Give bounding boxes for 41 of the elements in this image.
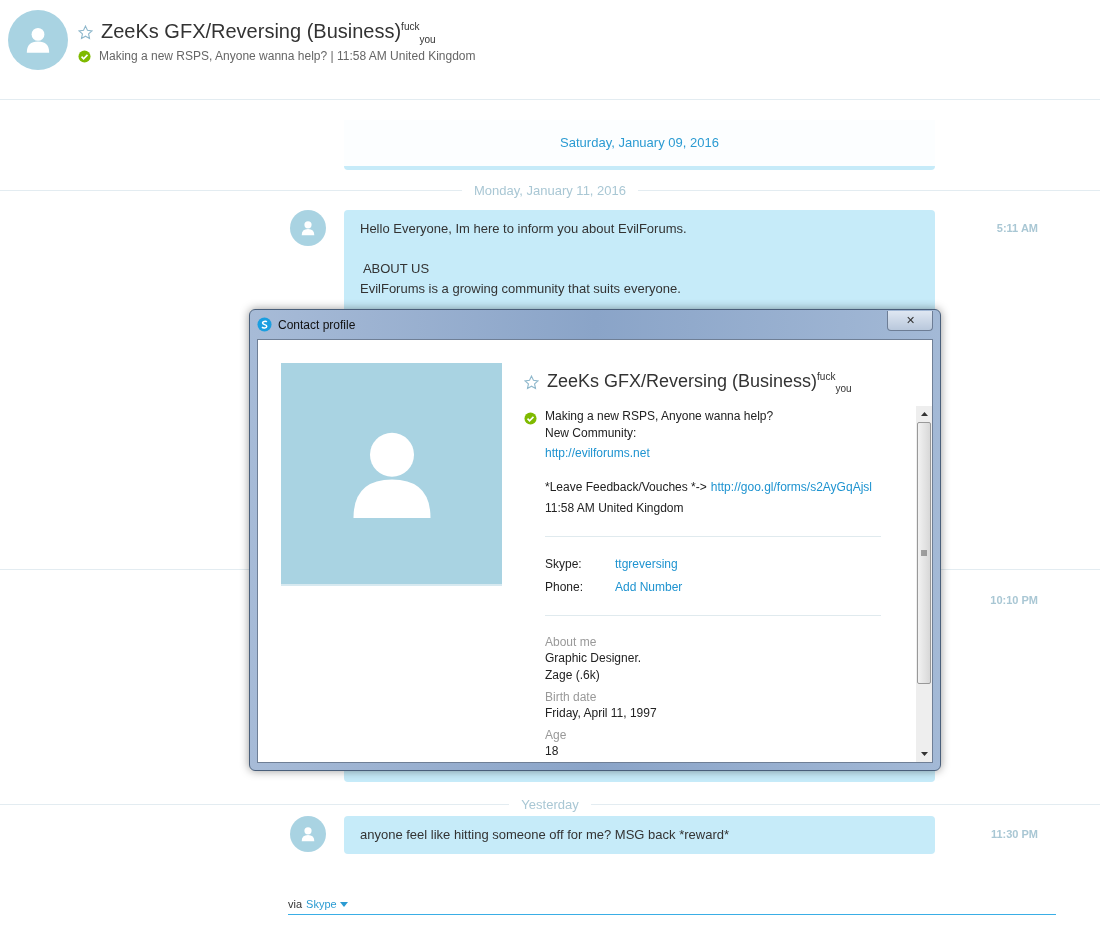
field-label: Skype: xyxy=(545,555,583,573)
field-label: Phone: xyxy=(545,578,585,596)
star-icon[interactable] xyxy=(524,374,539,390)
field-value: Graphic Designer. xyxy=(545,649,643,667)
person-icon xyxy=(299,825,317,843)
mood-text: Making a new RSPS, Anyone wanna help? xyxy=(545,407,775,425)
scroll-up-icon[interactable] xyxy=(920,412,928,416)
message-bubble: anyone feel like hitting someone off for me? MSG back *reward* xyxy=(344,816,935,854)
message-time: 5:11 AM xyxy=(996,222,1038,234)
via-label: via xyxy=(288,898,303,910)
local-time: 11:58 AM United Kingdom xyxy=(545,499,685,517)
contact-avatar[interactable] xyxy=(290,210,326,246)
field-label: Birth date xyxy=(545,689,598,705)
mood-text: New Community: xyxy=(545,424,638,442)
field-label: Age xyxy=(545,727,568,743)
mood-text: *Leave Feedback/Vouches *-> xyxy=(545,478,707,496)
scroll-down-icon[interactable] xyxy=(920,752,928,756)
date-label: Saturday, January 09, 2016 xyxy=(560,135,719,152)
mood-message: Making a new RSPS, Anyone wanna help? | 11:58 AM United Kingdom xyxy=(99,49,476,63)
service-dropdown[interactable]: Skype xyxy=(306,898,348,910)
person-icon xyxy=(299,219,317,237)
field-value: 18 xyxy=(545,742,560,760)
message-time: 10:10 PM xyxy=(990,594,1038,606)
message-time: 11:30 PM xyxy=(990,828,1038,840)
star-icon[interactable] xyxy=(78,25,93,40)
contact-avatar[interactable] xyxy=(290,816,326,852)
scrollbar[interactable] xyxy=(916,406,932,762)
close-button[interactable]: ✕ xyxy=(887,310,933,331)
field-label: About me xyxy=(545,634,598,650)
field-value: Zage (.6k) xyxy=(545,666,601,684)
app-logo-icon xyxy=(257,317,272,332)
field-value: Friday, April 11, 1997 xyxy=(545,704,658,722)
caret-icon xyxy=(339,901,348,907)
grip-icon xyxy=(921,550,927,556)
date-divider: Monday, January 11, 2016 xyxy=(474,182,626,198)
contact-avatar[interactable] xyxy=(8,10,68,70)
link[interactable]: http://evilforums.net xyxy=(545,445,650,460)
link[interactable]: http://goo.gl/forms/s2AyGqAjsl xyxy=(710,478,872,496)
link[interactable]: ttgreversing xyxy=(615,555,678,573)
date-divider: Yesterday xyxy=(521,796,579,812)
link[interactable]: Add Number xyxy=(615,578,683,596)
